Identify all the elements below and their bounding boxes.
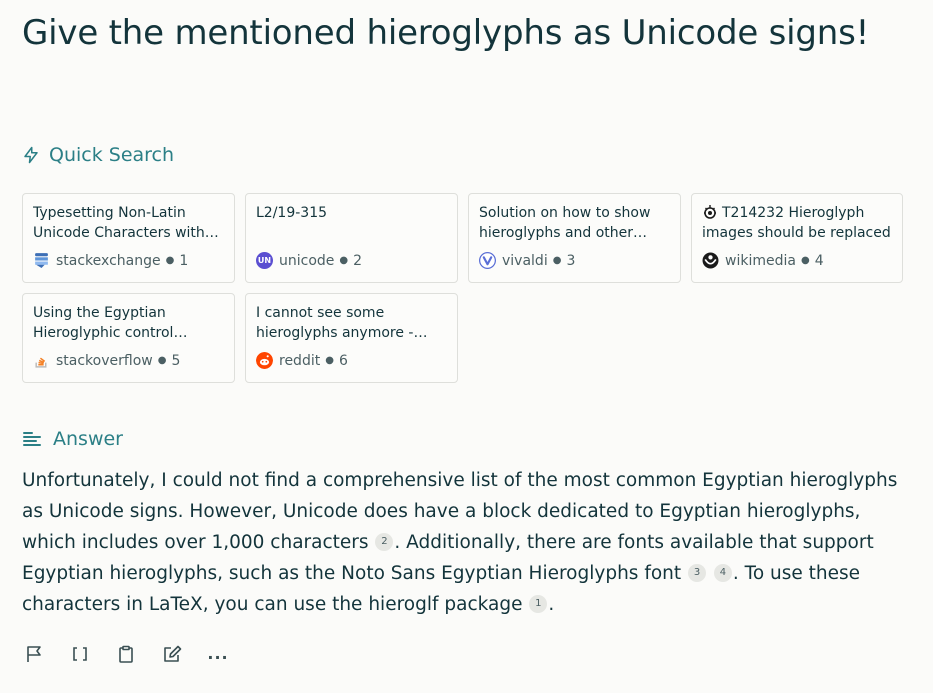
separator-dot: ●: [325, 355, 334, 366]
answer-label: Answer: [53, 428, 123, 450]
source-site: stackexchange: [56, 252, 161, 269]
source-index: 2: [353, 252, 363, 269]
source-index: 4: [814, 252, 824, 269]
flag-icon: [27, 646, 41, 662]
phabricator-icon: [704, 205, 716, 219]
page-title: Give the mentioned hieroglyphs as Unicod…: [22, 13, 870, 53]
edit-icon: [164, 645, 182, 662]
source-index: 6: [338, 352, 348, 369]
source-card-6[interactable]: I cannot see some hieroglyphs anymore - …: [245, 293, 458, 383]
source-meta: vivaldi ● 3: [479, 252, 575, 269]
citation-badge[interactable]: 3: [688, 563, 707, 582]
sources-grid: Typesetting Non-Latin Unicode Characters…: [22, 193, 903, 383]
citation-badge[interactable]: 2: [375, 532, 394, 551]
quick-search-header: Quick Search: [22, 144, 174, 166]
vivaldi-icon: [479, 252, 496, 269]
lightning-icon: [24, 146, 38, 164]
action-bar: ...: [22, 644, 230, 664]
separator-dot: ●: [157, 355, 167, 366]
citation-badge[interactable]: 1: [529, 594, 548, 613]
source-site: wikimedia: [725, 252, 796, 269]
source-site: unicode: [279, 252, 335, 269]
source-title: Using the Egyptian Hieroglyphic control …: [33, 305, 174, 341]
source-title: L2/19-315: [256, 205, 328, 221]
separator-dot: ●: [339, 255, 349, 266]
source-meta: stackexchange ● 1: [33, 252, 188, 269]
source-index: 1: [179, 252, 189, 269]
answer-lines-icon: [23, 432, 41, 446]
source-title-text: T214232 Hieroglyph images should be repl…: [702, 205, 891, 241]
more-icon: ...: [207, 644, 229, 663]
separator-dot: ●: [800, 255, 810, 266]
source-card-2[interactable]: L2/19-315 UN unicode ● 2: [245, 193, 458, 283]
source-site: reddit: [279, 352, 321, 369]
source-title: Solution on how to show hieroglyphs and …: [479, 205, 651, 241]
edit-button[interactable]: [160, 644, 184, 664]
source-index: 5: [171, 352, 181, 369]
source-meta: reddit ● 6: [256, 352, 348, 369]
separator-dot: ●: [552, 255, 562, 266]
reddit-icon: [256, 352, 273, 369]
source-site: vivaldi: [502, 252, 548, 269]
source-card-5[interactable]: Using the Egyptian Hieroglyphic control …: [22, 293, 235, 383]
source-card-4[interactable]: T214232 Hieroglyph images should be repl…: [691, 193, 903, 283]
page: Give the mentioned hieroglyphs as Unicod…: [0, 0, 933, 693]
source-index: 3: [566, 252, 576, 269]
source-meta: wikimedia ● 4: [702, 252, 824, 269]
brackets-button[interactable]: [68, 644, 92, 664]
separator-dot: ●: [165, 255, 175, 266]
brackets-icon: [73, 647, 87, 661]
more-button[interactable]: ...: [206, 644, 230, 664]
answer-text: Unfortunately, I could not find a compre…: [22, 465, 907, 620]
source-title: I cannot see some hieroglyphs anymore - …: [256, 305, 414, 341]
wikimedia-icon: [702, 252, 719, 269]
source-site: stackoverflow: [56, 352, 153, 369]
answer-part: .: [548, 594, 555, 615]
stackoverflow-icon: [35, 357, 47, 368]
copy-button[interactable]: [114, 644, 138, 664]
clipboard-icon: [119, 645, 133, 663]
citation-badge[interactable]: 4: [713, 563, 732, 582]
source-card-1[interactable]: Typesetting Non-Latin Unicode Characters…: [22, 193, 235, 283]
stackexchange-icon: [35, 253, 48, 268]
unicode-icon: UN: [256, 252, 273, 269]
source-title: T214232 Hieroglyph images should be repl…: [702, 203, 892, 243]
source-meta: UN unicode ● 2: [256, 252, 362, 269]
source-meta: stackoverflow ● 5: [33, 352, 180, 369]
answer-header: Answer: [22, 428, 123, 450]
source-card-3[interactable]: Solution on how to show hieroglyphs and …: [468, 193, 681, 283]
flag-button[interactable]: [22, 644, 46, 664]
source-title: Typesetting Non-Latin Unicode Characters…: [33, 205, 205, 241]
quick-search-label: Quick Search: [49, 144, 175, 166]
